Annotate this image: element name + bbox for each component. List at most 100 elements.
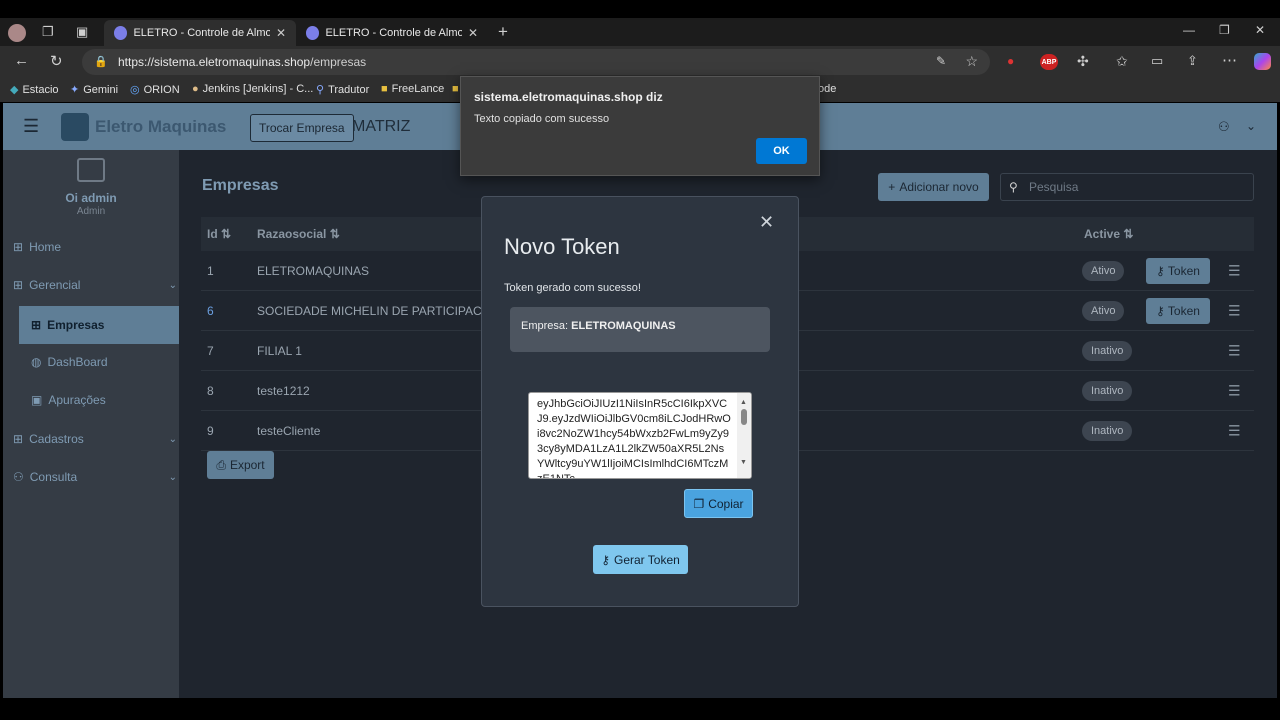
jenkins-icon: ●: [192, 83, 199, 95]
alert-message: Texto copiado com sucesso: [474, 113, 610, 125]
sort-icon: ⇅: [1123, 227, 1134, 241]
close-tab-icon[interactable]: ✕: [276, 26, 286, 40]
column-header-razao[interactable]: Razaosocial ⇅: [257, 227, 340, 241]
generate-token-button[interactable]: ⚷ Gerar Token: [593, 545, 688, 574]
sidebar: Oi admin Admin ⊞ Home ⊞ Gerencial ⌄ ⊞ Empres…: [3, 150, 179, 698]
search-icon: ⚲: [316, 84, 325, 96]
row-menu-icon[interactable]: ☰: [1228, 302, 1241, 319]
row-menu-icon[interactable]: ☰: [1228, 422, 1241, 439]
extensions-icon[interactable]: ✣: [1077, 53, 1089, 70]
browser-nav-bar: ← ↻ 🔒 https://sistema.eletromaquinas.sho…: [0, 46, 1280, 78]
sidebar-item-cadastros[interactable]: ⊞ Cadastros ⌄: [13, 432, 179, 446]
company-label: Empresa:: [521, 320, 569, 332]
column-label: Razaosocial: [257, 227, 327, 241]
search-placeholder: Pesquisa: [1029, 180, 1079, 194]
close-window-icon[interactable]: ✕: [1255, 23, 1265, 37]
bookmark-jenkins[interactable]: ● Jenkins [Jenkins] - C...: [192, 83, 313, 95]
brand-name: Eletro Maquinas: [95, 117, 227, 136]
profile-avatar[interactable]: [8, 24, 26, 42]
bookmark-tradutor[interactable]: ⚲ Tradutor: [316, 83, 369, 97]
textarea-scrollbar[interactable]: ▲ ▼: [737, 393, 751, 478]
orbit-icon: ◎: [130, 84, 140, 96]
collections-icon[interactable]: ▭: [1151, 53, 1163, 69]
switch-company-button[interactable]: Trocar Empresa: [250, 114, 354, 142]
image-placeholder-icon: [77, 158, 105, 182]
window-frame: [0, 0, 1280, 18]
alert-ok-button[interactable]: OK: [756, 138, 807, 164]
cell-razao: testeCliente: [257, 423, 321, 438]
bookmark-ode[interactable]: ode: [818, 83, 836, 95]
browser-tab-2[interactable]: ELETRO - Controle de Almoxarifad ✕: [296, 20, 488, 46]
extension-lock-icon[interactable]: ●: [1007, 54, 1014, 68]
adblock-icon[interactable]: ABP: [1040, 54, 1058, 70]
share-icon[interactable]: ⇪: [1187, 53, 1198, 69]
row-menu-icon[interactable]: ☰: [1228, 382, 1241, 399]
sidebar-item-apuracoes[interactable]: ▣ Apurações: [31, 393, 106, 407]
column-header-id[interactable]: Id ⇅: [207, 227, 231, 241]
back-icon[interactable]: ←: [14, 52, 29, 69]
copy-icon: ❐: [693, 496, 705, 511]
page-title: Empresas: [202, 177, 279, 194]
token-button[interactable]: ⚷ Token: [1146, 297, 1210, 324]
add-new-label: Adicionar novo: [899, 180, 979, 194]
user-icon[interactable]: ⚇: [1218, 119, 1230, 135]
close-icon[interactable]: ✕: [759, 212, 774, 233]
more-icon[interactable]: ⋯: [1222, 51, 1237, 69]
sidebar-item-gerencial[interactable]: ⊞ Gerencial ⌄: [13, 278, 179, 292]
sidebar-item-dashboard[interactable]: ◍ DashBoard: [31, 355, 108, 369]
user-icon: ⚇: [13, 470, 24, 484]
workspaces-icon[interactable]: ❐: [42, 24, 54, 40]
token-textarea[interactable]: eyJhbGciOiJIUzI1NiIsInR5cCI6IkpXVCJ9.eyJ…: [528, 392, 752, 479]
browser-alert-dialog: sistema.eletromaquinas.shop diz Texto co…: [460, 76, 820, 176]
favorite-star-icon[interactable]: ☆: [965, 53, 978, 70]
row-menu-icon[interactable]: ☰: [1228, 342, 1241, 359]
address-bar[interactable]: 🔒 https://sistema.eletromaquinas.shop/em…: [82, 49, 990, 75]
cell-razao: FILIAL 1: [257, 343, 302, 358]
minimize-icon[interactable]: —: [1183, 23, 1195, 37]
success-message: Token gerado com sucesso!: [504, 282, 641, 294]
scroll-down-icon[interactable]: ▼: [740, 455, 747, 470]
export-button[interactable]: ⎙ Export: [207, 451, 274, 479]
bookmark-estacio[interactable]: ◆ Estacio: [10, 83, 59, 97]
token-button[interactable]: ⚷ Token: [1146, 257, 1210, 284]
sidebar-item-label: Cadastros: [29, 432, 84, 446]
sidebar-item-label: Consulta: [29, 470, 78, 484]
column-header-active[interactable]: Active ⇅: [1084, 227, 1133, 241]
favorites-icon[interactable]: ✩: [1116, 53, 1128, 70]
sidebar-item-consulta[interactable]: ⚇ Consulta ⌄: [13, 470, 179, 484]
bookmark-folder[interactable]: ■: [452, 83, 459, 95]
add-new-button[interactable]: + Adicionar novo: [878, 173, 989, 201]
scroll-thumb[interactable]: [741, 409, 747, 425]
sparkle-icon: ✦: [70, 84, 80, 96]
bookmark-gemini[interactable]: ✦ Gemini: [70, 83, 118, 97]
token-label: Token: [1167, 303, 1200, 318]
sidebar-item-label: DashBoard: [47, 355, 108, 369]
status-badge: Inativo: [1082, 380, 1133, 401]
reload-icon[interactable]: ↻: [50, 52, 63, 70]
chevron-down-icon[interactable]: ⌄: [1246, 119, 1256, 133]
grid-icon: ⊞: [13, 278, 24, 292]
sidebar-item-label: Home: [29, 240, 62, 254]
scroll-up-icon[interactable]: ▲: [740, 395, 747, 410]
cell-razao: ELETROMAQUINAS: [257, 263, 370, 278]
new-tab-icon[interactable]: +: [498, 22, 508, 42]
sort-asc-icon: ⇅: [221, 227, 232, 241]
close-tab-icon[interactable]: ✕: [468, 26, 478, 40]
browser-tab-bar: ❐ ▣ ELETRO - Controle de Almoxarifad ✕ E…: [0, 18, 1280, 46]
restore-icon[interactable]: ❐: [1219, 23, 1230, 37]
row-menu-icon[interactable]: ☰: [1228, 262, 1241, 279]
edit-icon[interactable]: ✎: [936, 54, 946, 68]
copilot-icon[interactable]: [1254, 53, 1271, 70]
tab-actions-icon[interactable]: ▣: [76, 24, 88, 40]
search-input[interactable]: ⚲ Pesquisa: [1000, 173, 1254, 201]
browser-tab-1[interactable]: ELETRO - Controle de Almoxarifad ✕: [104, 20, 296, 46]
bookmark-orion[interactable]: ◎ ORION: [130, 83, 180, 97]
brand-logo: [61, 113, 89, 141]
sidebar-item-home[interactable]: ⊞ Home: [13, 240, 61, 254]
sidebar-item-empresas[interactable]: ⊞ Empresas: [19, 306, 179, 344]
alert-title: sistema.eletromaquinas.shop diz: [474, 90, 663, 104]
hamburger-menu-icon[interactable]: ☰: [23, 116, 39, 137]
status-badge: Inativo: [1082, 420, 1133, 441]
bookmark-freelance[interactable]: ■ FreeLance: [381, 83, 444, 95]
copy-button[interactable]: ❐ Copiar: [684, 489, 753, 518]
